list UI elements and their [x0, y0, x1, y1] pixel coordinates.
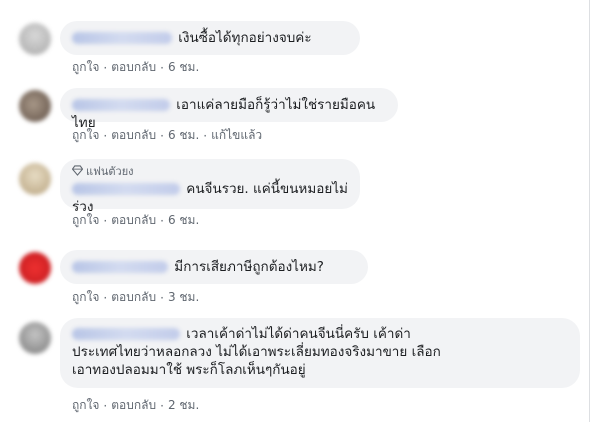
commenter-name-blurred[interactable] [72, 32, 172, 44]
avatar[interactable] [19, 90, 51, 122]
comment-bubble: เวลาเค้าด่าไม่ได้ด่าคนจีนนี่ครับ เค้าด่า… [60, 318, 580, 388]
reply-link[interactable]: ตอบกลับ [111, 290, 156, 304]
comment-bubble: มีการเสียภาษีถูกต้องไหม? [60, 250, 368, 284]
like-link[interactable]: ถูกใจ [72, 60, 99, 74]
edited-label[interactable]: แก้ไขแล้ว [211, 128, 262, 142]
reply-link[interactable]: ตอบกลับ [111, 128, 156, 142]
comment-actions: ถูกใจ · ตอบกลับ · 6 ชม. [72, 213, 200, 228]
reply-link[interactable]: ตอบกลับ [111, 213, 156, 227]
comment-text-line-1: เวลาเค้าด่าไม่ได้ด่าคนจีนนี่ครับ เค้าด่า [186, 326, 411, 342]
comment-text: มีการเสียภาษีถูกต้องไหม? [174, 259, 324, 275]
timestamp[interactable]: 6 ชม. [168, 60, 199, 74]
commenter-name-blurred[interactable] [72, 183, 180, 195]
commenter-name-blurred[interactable] [72, 99, 170, 111]
timestamp[interactable]: 2 ชม. [168, 398, 199, 412]
comment-bubble: แฟนตัวยง คนจีนรวย. แค่นี้ขนหมอยไม่ร่วง [60, 159, 360, 215]
avatar[interactable] [19, 322, 51, 354]
commenter-name-blurred[interactable] [72, 328, 180, 340]
top-fan-badge[interactable]: แฟนตัวยง [72, 165, 348, 179]
right-border [589, 0, 590, 422]
badge-label: แฟนตัวยง [86, 165, 134, 178]
timestamp[interactable]: 3 ชม. [168, 290, 199, 304]
avatar[interactable] [19, 163, 51, 195]
reply-link[interactable]: ตอบกลับ [111, 60, 156, 74]
comment-actions: ถูกใจ · ตอบกลับ · 6 ชม. [72, 60, 200, 75]
like-link[interactable]: ถูกใจ [72, 213, 99, 227]
timestamp[interactable]: 6 ชม. [168, 213, 199, 227]
comment-bubble: เอาแค่ลายมือก็รู้ว่าไม่ใช่รายมือคนไทย [60, 88, 398, 131]
like-link[interactable]: ถูกใจ [72, 398, 99, 412]
comment-actions: ถูกใจ · ตอบกลับ · 6 ชม. · แก้ไขแล้ว [72, 128, 263, 143]
timestamp[interactable]: 6 ชม. [168, 128, 199, 142]
comment-bubble: เงินซื้อได้ทุกอย่างจบค่ะ [60, 21, 360, 55]
comment-text-line-2: ประเทศไทยว่าหลอกลวง ไม่ได้เอาพระเลี่ยมทอ… [72, 344, 441, 360]
comment-text: เงินซื้อได้ทุกอย่างจบค่ะ [178, 30, 312, 46]
diamond-icon [72, 165, 83, 176]
like-link[interactable]: ถูกใจ [72, 128, 99, 142]
avatar[interactable] [19, 252, 51, 284]
comment-actions: ถูกใจ · ตอบกลับ · 3 ชม. [72, 290, 200, 305]
commenter-name-blurred[interactable] [72, 261, 168, 273]
avatar[interactable] [19, 23, 51, 55]
comment-text-line-3: เอาทองปลอมมาใช้ พระก็โลภเห็นๆกันอยู่ [72, 362, 306, 378]
like-link[interactable]: ถูกใจ [72, 290, 99, 304]
comment-actions: ถูกใจ · ตอบกลับ · 2 ชม. [72, 398, 200, 413]
reply-link[interactable]: ตอบกลับ [111, 398, 156, 412]
